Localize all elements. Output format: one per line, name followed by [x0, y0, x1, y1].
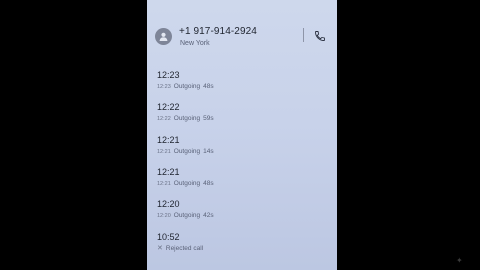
- call-type: Outgoing: [173, 212, 201, 219]
- call-log-item[interactable]: 12:23 12:23 Outgoing 48s: [157, 70, 327, 91]
- call-detail: 12:21 Outgoing 48s: [157, 179, 327, 188]
- call-duration: 48s: [203, 83, 214, 90]
- contact-number: +1 917-914-2924: [179, 26, 257, 37]
- call-log-item[interactable]: 12:21 12:21 Outgoing 48s: [157, 167, 327, 188]
- call-time: 12:23: [157, 70, 180, 80]
- person-icon[interactable]: [155, 28, 172, 45]
- call-log-item[interactable]: 12:20 12:20 Outgoing 42s: [157, 199, 327, 220]
- call-detail: 12:21 Outgoing 14s: [157, 147, 327, 156]
- call-time: 12:21: [157, 167, 180, 177]
- call-duration: 59s: [203, 115, 214, 122]
- call-type: Rejected call: [165, 245, 204, 252]
- call-duration: 48s: [203, 180, 214, 187]
- call-history-screen: +1 917-914-2924 New York 12:23 12:23 Out…: [147, 0, 337, 270]
- call-type: Outgoing: [173, 83, 201, 90]
- call-sub-time: 12:22: [157, 115, 171, 122]
- call-sub-time: 12:21: [157, 148, 171, 155]
- call-duration: 14s: [203, 148, 214, 155]
- call-detail: 12:20 Outgoing 42s: [157, 211, 327, 220]
- call-sub-time: 12:21: [157, 180, 171, 187]
- x-icon: ✕: [157, 245, 163, 252]
- call-duration: 42s: [203, 212, 214, 219]
- call-log-item[interactable]: 12:22 12:22 Outgoing 59s: [157, 102, 327, 123]
- call-log-item[interactable]: 10:52 ✕ Rejected call: [157, 232, 327, 253]
- call-sub-time: 12:20: [157, 212, 171, 219]
- call-type: Outgoing: [173, 180, 201, 187]
- call-time: 12:20: [157, 199, 180, 209]
- call-time: 12:21: [157, 135, 180, 145]
- call-type: Outgoing: [173, 148, 201, 155]
- call-detail: 12:22 Outgoing 59s: [157, 114, 327, 123]
- call-log-item[interactable]: 12:21 12:21 Outgoing 14s: [157, 135, 327, 156]
- contact-header: +1 917-914-2924 New York: [147, 22, 337, 56]
- phone-icon[interactable]: [314, 29, 326, 41]
- header-divider: [303, 28, 304, 42]
- call-sub-time: 12:23: [157, 83, 171, 90]
- watermark-icon: ✦: [456, 256, 463, 265]
- call-detail: ✕ Rejected call: [157, 244, 327, 253]
- contact-location: New York: [180, 40, 210, 47]
- call-type: Outgoing: [173, 115, 201, 122]
- call-detail: 12:23 Outgoing 48s: [157, 82, 327, 91]
- call-time: 12:22: [157, 102, 180, 112]
- call-time: 10:52: [157, 232, 180, 242]
